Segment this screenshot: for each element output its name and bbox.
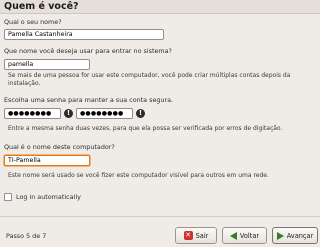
forward-arrow-icon bbox=[276, 231, 284, 240]
name-field[interactable]: Pamella Castanheira bbox=[4, 29, 164, 40]
step-indicator: Passo 5 de 7 bbox=[6, 232, 47, 240]
password-confirm-warning-icon: ! bbox=[136, 109, 145, 118]
back-arrow-icon bbox=[229, 231, 237, 240]
password-warning-icon: ! bbox=[64, 109, 73, 118]
footer-separator bbox=[0, 216, 320, 217]
quit-icon: ✕ bbox=[183, 231, 193, 240]
autologin-checkbox[interactable] bbox=[4, 193, 12, 201]
name-label: Qual o seu nome? bbox=[4, 18, 62, 26]
username-field[interactable]: pamella bbox=[4, 59, 90, 70]
computer-name-hint: Este nome será usado se você fizer este … bbox=[8, 172, 269, 179]
back-button[interactable]: Voltar bbox=[222, 227, 267, 244]
forward-button[interactable]: Avançar bbox=[272, 227, 318, 244]
autologin-label[interactable]: Log in automatically bbox=[16, 193, 81, 201]
computer-name-field[interactable]: TI-Pamella bbox=[4, 155, 90, 166]
quit-label: Sair bbox=[195, 231, 209, 240]
username-label: Que nome você deseja usar para entrar no… bbox=[4, 47, 172, 55]
password-confirm-field[interactable]: ●●●●●●●● bbox=[76, 108, 133, 119]
quit-button[interactable]: ✕ Sair bbox=[175, 227, 217, 244]
computer-name-label: Qual é o nome deste computador? bbox=[4, 143, 115, 151]
window-header: Quem é você? bbox=[0, 0, 320, 14]
password-label: Escolha uma senha para manter a sua cont… bbox=[4, 96, 174, 104]
password-hint: Entre a mesma senha duas vezes, para que… bbox=[8, 125, 283, 132]
username-hint: Se mais de uma pessoa for usar este comp… bbox=[8, 72, 291, 87]
back-label: Voltar bbox=[239, 231, 260, 240]
page-title: Quem é você? bbox=[4, 1, 79, 12]
forward-label: Avançar bbox=[286, 231, 314, 240]
password-field[interactable]: ●●●●●●●● bbox=[4, 108, 61, 119]
